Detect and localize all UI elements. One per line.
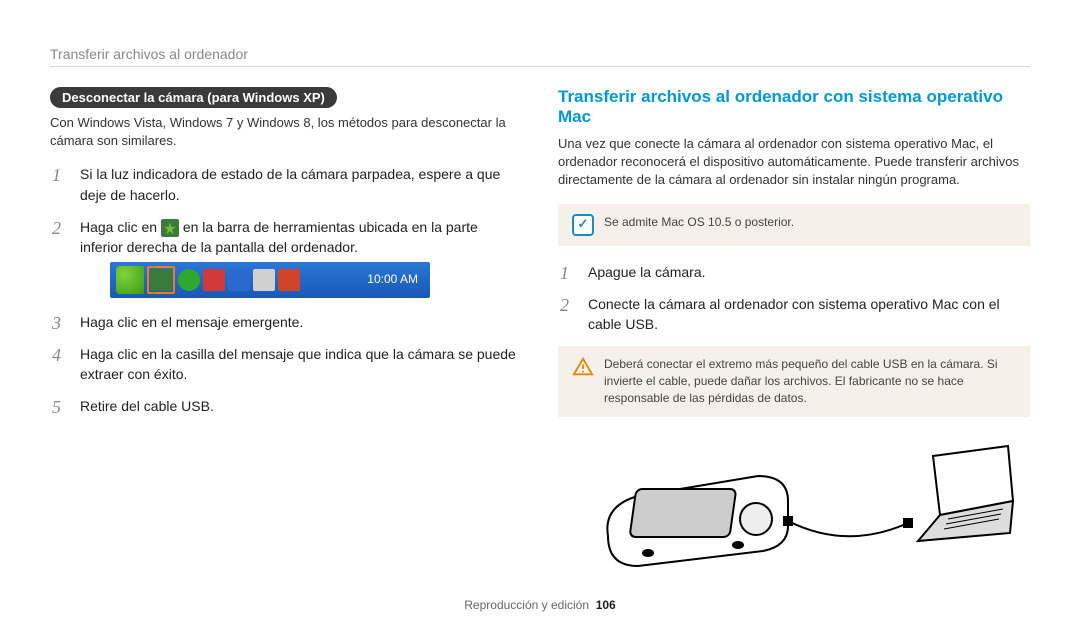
info-note: ✓ Se admite Mac OS 10.5 o posterior. — [558, 204, 1030, 246]
highlighted-tray-icon — [147, 266, 175, 294]
footer-page: 106 — [596, 598, 616, 612]
tray-display-icon — [228, 269, 250, 291]
safely-remove-icon — [161, 219, 179, 237]
tray-volume-icon — [253, 269, 275, 291]
tray-eject-icon — [150, 269, 172, 291]
left-column: Desconectar la cámara (para Windows XP) … — [50, 87, 522, 586]
start-button-icon — [116, 266, 144, 294]
footer-section: Reproducción y edición — [464, 598, 589, 612]
camera-laptop-illustration — [588, 441, 1018, 581]
page-header: Transferir archivos al ordenador — [50, 46, 1030, 62]
header-divider — [50, 66, 1030, 67]
info-icon: ✓ — [572, 214, 594, 236]
mac-step-2: Conecte la cámara al ordenador con siste… — [558, 294, 1030, 335]
left-intro: Con Windows Vista, Windows 7 y Windows 8… — [50, 114, 522, 150]
info-note-text: Se admite Mac OS 10.5 o posterior. — [604, 214, 794, 236]
section-pill: Desconectar la cámara (para Windows XP) — [50, 87, 337, 108]
warning-note: Deberá conectar el extremo más pequeño d… — [558, 346, 1030, 416]
tray-alert-icon — [203, 269, 225, 291]
warning-text: Deberá conectar el extremo más pequeño d… — [604, 356, 1016, 406]
content-columns: Desconectar la cámara (para Windows XP) … — [50, 87, 1030, 586]
right-column: Transferir archivos al ordenador con sis… — [558, 87, 1030, 586]
warning-icon — [572, 356, 594, 378]
step-3: Haga clic en el mensaje emergente. — [50, 312, 522, 332]
tray-app-icon — [278, 269, 300, 291]
step-1: Si la luz indicadora de estado de la cám… — [50, 164, 522, 205]
step-5: Retire del cable USB. — [50, 396, 522, 416]
windows-steps: Si la luz indicadora de estado de la cám… — [50, 164, 522, 416]
mac-steps: Apague la cámara. Conecte la cámara al o… — [558, 262, 1030, 335]
taskbar-screenshot: 10:00 AM — [110, 262, 430, 298]
mac-heading: Transferir archivos al ordenador con sis… — [558, 87, 1030, 127]
taskbar-time: 10:00 AM — [367, 271, 424, 288]
right-intro: Una vez que conecte la cámara al ordenad… — [558, 135, 1030, 190]
step-2-pre: Haga clic en — [80, 219, 161, 235]
step-4: Haga clic en la casilla del mensaje que … — [50, 344, 522, 385]
page-footer: Reproducción y edición 106 — [0, 598, 1080, 612]
tray-shield-icon — [178, 269, 200, 291]
step-2: Haga clic en en la barra de herramientas… — [50, 217, 522, 298]
mac-step-1: Apague la cámara. — [558, 262, 1030, 282]
